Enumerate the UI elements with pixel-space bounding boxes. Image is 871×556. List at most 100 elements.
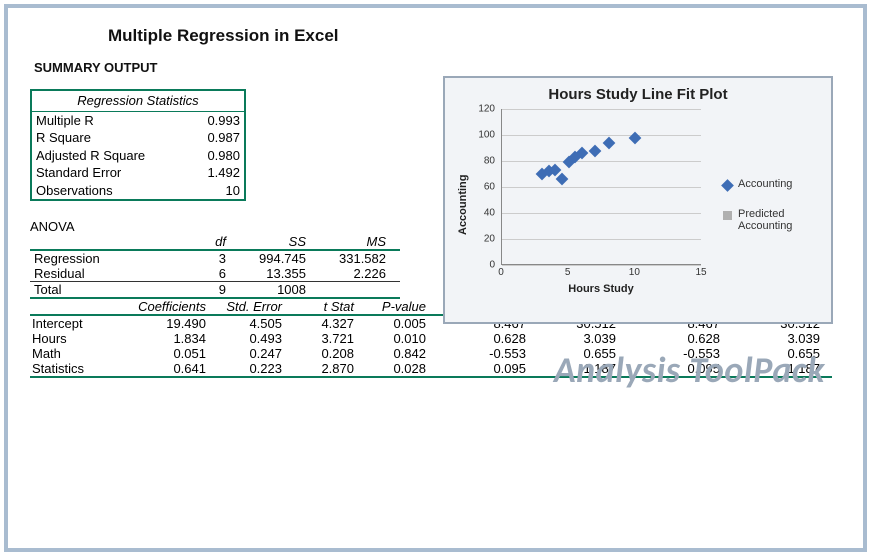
cell: 0.223 — [208, 361, 284, 376]
table-row: Observations 10 — [32, 182, 244, 200]
diamond-icon — [721, 179, 734, 192]
row-name: Math — [30, 346, 120, 361]
cell: 13.355 — [230, 266, 310, 281]
cell: 994.745 — [230, 251, 310, 266]
y-tick-label: 20 — [484, 234, 495, 245]
stat-value: 0.980 — [207, 147, 240, 165]
data-point — [589, 144, 602, 157]
cell: 3.721 — [284, 331, 356, 346]
chart-title: Hours Study Line Fit Plot — [455, 86, 821, 103]
anova-total-row: Total 9 1008 — [30, 281, 400, 299]
cell: 1.834 — [120, 331, 208, 346]
cell: 9 — [180, 282, 230, 297]
col-coef: Coefficients — [120, 299, 208, 314]
table-row: Multiple R 0.993 — [32, 112, 244, 130]
anova-col-df: df — [180, 234, 230, 249]
cell: 19.490 — [120, 316, 208, 331]
cell: 2.226 — [310, 266, 390, 281]
table-row: Residual 6 13.355 2.226 — [30, 266, 400, 281]
cell: 3.039 — [528, 331, 618, 346]
cell: 0.005 — [356, 316, 428, 331]
x-tick-label: 0 — [498, 267, 504, 278]
cell: 0.641 — [120, 361, 208, 376]
chart-y-axis-label: Accounting — [455, 105, 471, 305]
stat-value: 0.993 — [207, 112, 240, 130]
y-tick-label: 80 — [484, 156, 495, 167]
cell: 0.208 — [284, 346, 356, 361]
cell: 0.247 — [208, 346, 284, 361]
chart-plot-area: 0 20 40 60 80 100 120 0 5 10 15 Hours Study — [471, 105, 711, 305]
cell: 4.505 — [208, 316, 284, 331]
x-tick-label: 5 — [565, 267, 571, 278]
cell: 0.493 — [208, 331, 284, 346]
stat-label: Standard Error — [36, 164, 121, 182]
anova-header-row: df SS MS — [30, 234, 400, 251]
cell: 2.870 — [284, 361, 356, 376]
y-tick-label: 120 — [478, 104, 495, 115]
row-name: Hours — [30, 331, 120, 346]
regression-statistics-header: Regression Statistics — [32, 91, 244, 112]
cell: 0.628 — [428, 331, 528, 346]
data-point — [629, 131, 642, 144]
stat-label: Observations — [36, 182, 113, 200]
cell: 0.628 — [618, 331, 722, 346]
cell: 331.582 — [310, 251, 390, 266]
row-name: Total — [30, 282, 180, 297]
document-frame: Multiple Regression in Excel SUMMARY OUT… — [4, 4, 867, 552]
chart-x-axis-label: Hours Study — [501, 283, 701, 295]
square-icon — [723, 211, 732, 220]
table-row: R Square 0.987 — [32, 129, 244, 147]
cell: 0.010 — [356, 331, 428, 346]
row-name: Residual — [30, 266, 180, 281]
data-point — [556, 173, 569, 186]
page-title: Multiple Regression in Excel — [108, 26, 841, 46]
analysis-toolpack-label: Analysis ToolPack — [554, 348, 825, 392]
cell: 0.028 — [356, 361, 428, 376]
table-row: Regression 3 994.745 331.582 — [30, 251, 400, 266]
legend-label: Accounting — [738, 178, 792, 190]
stat-label: Adjusted R Square — [36, 147, 145, 165]
table-row: Hours1.8340.4933.7210.0100.6283.0390.628… — [30, 331, 832, 346]
cell: 0.051 — [120, 346, 208, 361]
legend-item: Accounting — [723, 178, 821, 190]
anova-col-ms: MS — [310, 234, 390, 249]
regression-statistics-table: Regression Statistics Multiple R 0.993 R … — [30, 89, 246, 201]
stat-value: 0.987 — [207, 129, 240, 147]
stat-value: 10 — [226, 182, 240, 200]
row-name: Regression — [30, 251, 180, 266]
table-row: Standard Error 1.492 — [32, 164, 244, 182]
cell: 4.327 — [284, 316, 356, 331]
row-name: Intercept — [30, 316, 120, 331]
col-p: P-value — [356, 299, 428, 314]
anova-label: ANOVA — [30, 219, 430, 234]
cell: 3.039 — [722, 331, 822, 346]
chart-legend: Accounting Predicted Accounting — [711, 105, 821, 305]
row-name: Statistics — [30, 361, 120, 376]
table-row: Adjusted R Square 0.980 — [32, 147, 244, 165]
scatter-chart: Hours Study Line Fit Plot Accounting 0 20… — [443, 76, 833, 324]
legend-item: Predicted Accounting — [723, 208, 821, 232]
cell: 0.095 — [428, 361, 528, 376]
x-tick-label: 15 — [695, 267, 706, 278]
y-tick-label: 60 — [484, 182, 495, 193]
cell: 6 — [180, 266, 230, 281]
cell: 3 — [180, 251, 230, 266]
cell: -0.553 — [428, 346, 528, 361]
anova-table: df SS MS Regression 3 994.745 331.582 Re… — [30, 234, 400, 299]
y-tick-label: 40 — [484, 208, 495, 219]
anova-col-ss: SS — [230, 234, 310, 249]
stat-value: 1.492 — [207, 164, 240, 182]
summary-output-label: SUMMARY OUTPUT — [34, 60, 430, 75]
y-tick-label: 100 — [478, 130, 495, 141]
legend-label: Predicted Accounting — [738, 208, 818, 232]
cell: 0.842 — [356, 346, 428, 361]
stat-label: R Square — [36, 129, 91, 147]
cell: 1008 — [230, 282, 310, 297]
col-t: t Stat — [284, 299, 356, 314]
left-column: SUMMARY OUTPUT Regression Statistics Mul… — [30, 60, 430, 299]
stat-label: Multiple R — [36, 112, 94, 130]
y-tick-label: 0 — [489, 260, 495, 271]
cell — [310, 282, 390, 297]
col-se: Std. Error — [208, 299, 284, 314]
x-tick-label: 10 — [629, 267, 640, 278]
